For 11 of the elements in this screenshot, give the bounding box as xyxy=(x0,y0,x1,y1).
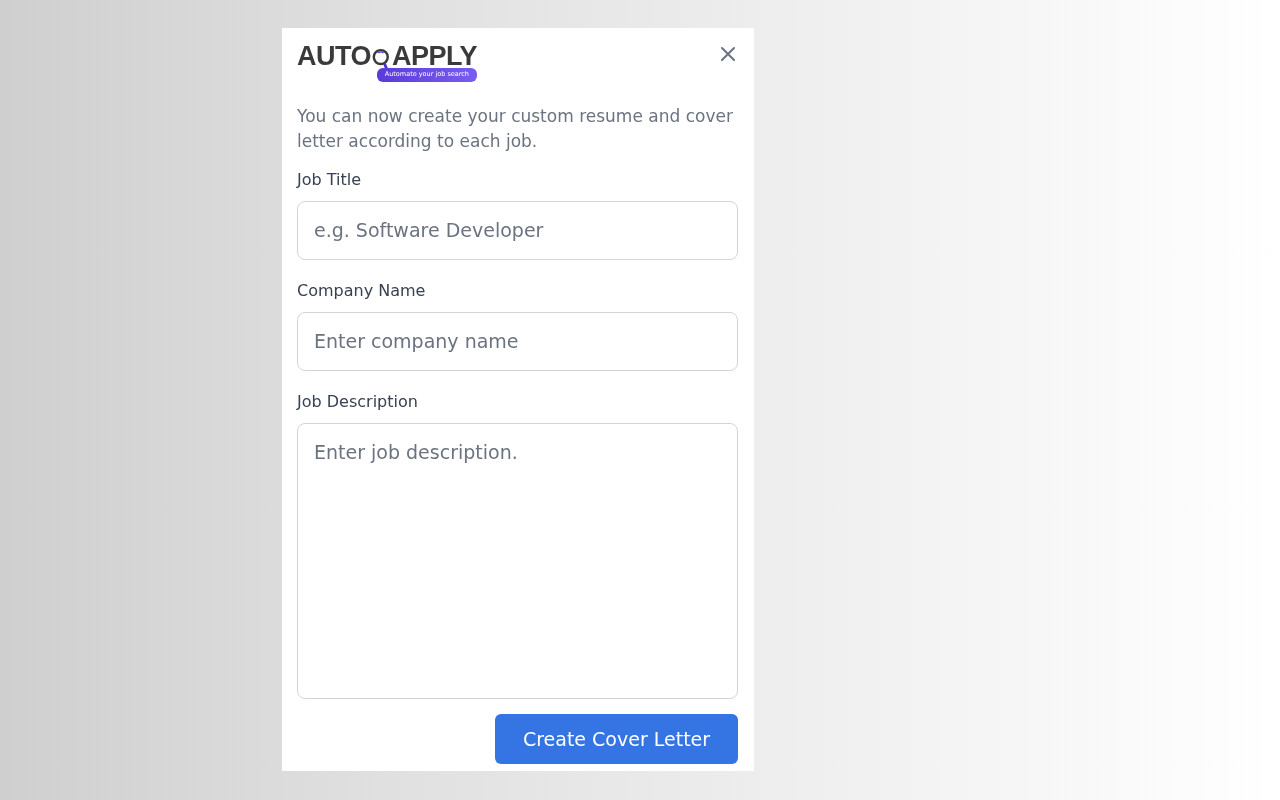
input-field[interactable]: Enter company name xyxy=(297,311,738,371)
field-label: Job Title xyxy=(297,168,363,191)
input-field[interactable]: e.g. Software Developer xyxy=(297,200,738,260)
field-label: Company Name xyxy=(297,279,427,302)
intro-text: You can now create your custom resume and cover letter according to each job. xyxy=(297,104,734,153)
textarea-field[interactable]: Enter job description. xyxy=(297,422,738,699)
logo-text: APPLY xyxy=(391,42,477,70)
close-button[interactable] xyxy=(718,44,738,64)
logo-text: AUTO xyxy=(297,42,371,70)
field-label: Job Description xyxy=(297,390,419,413)
create-cover-letter-button[interactable]: Create Cover Letter xyxy=(495,713,738,764)
